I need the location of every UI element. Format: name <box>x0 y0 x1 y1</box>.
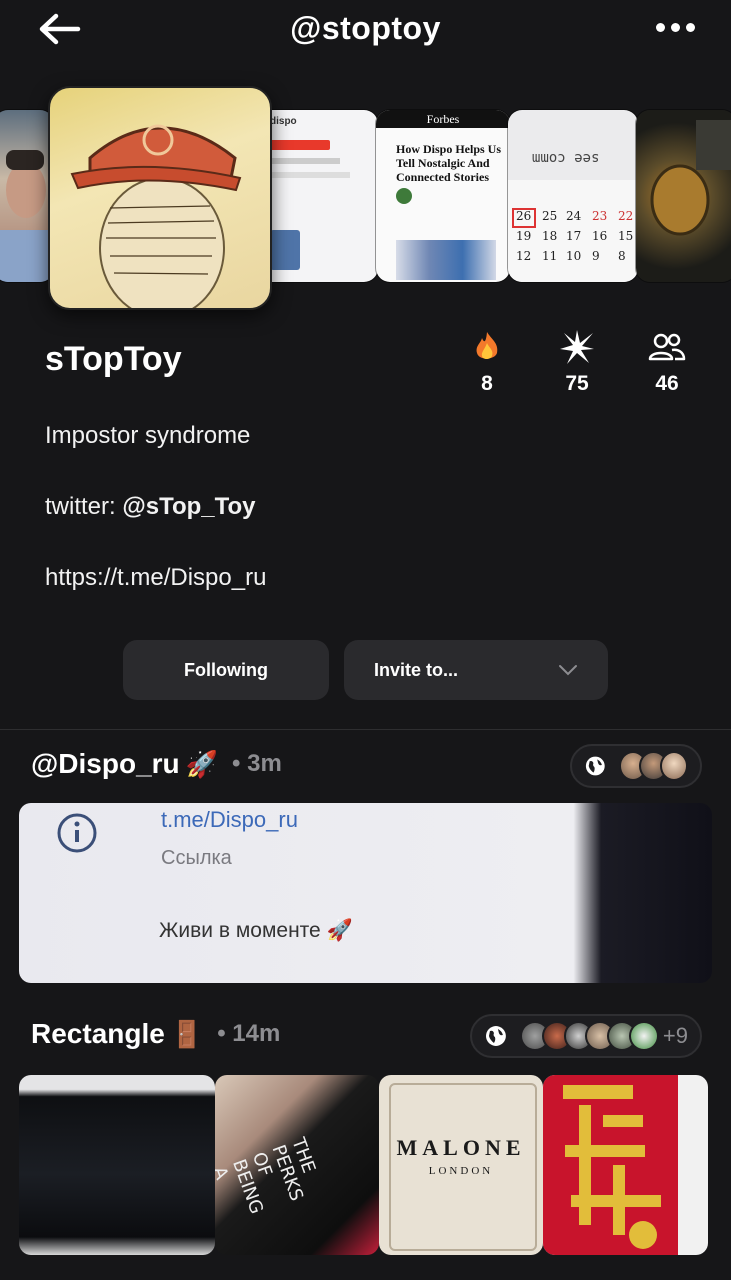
svg-text:19: 19 <box>516 229 531 243</box>
roll-photo-dispo-link[interactable]: t.me/Dispo_ru Ссылка Живи в моменте 🚀 <box>19 803 712 983</box>
roll-emoji: 🚀 <box>185 748 219 779</box>
bio-link[interactable]: https://t.me/Dispo_ru <box>45 564 266 592</box>
roll-photo-2[interactable]: THE PERKS OF BEING A <box>215 1075 379 1255</box>
following-button[interactable]: Following <box>123 640 329 700</box>
banner-photo-calendar[interactable]: see comm 26 25 24 23 22 19 18 17 16 15 12 11 10 9 8 <box>508 110 638 282</box>
calendar-grid: 26 25 24 23 22 19 18 17 16 15 12 11 10 9 8 <box>516 209 633 263</box>
roll-members-pill[interactable]: +9 <box>470 1014 702 1058</box>
malone-title: MALONE <box>396 1135 526 1160</box>
svg-text:17: 17 <box>566 229 581 243</box>
fire-icon <box>476 332 498 359</box>
dot-icon <box>655 22 665 32</box>
section-divider <box>0 729 731 730</box>
invite-to-dropdown[interactable]: Invite to... <box>344 640 608 700</box>
avatar-illustration <box>70 124 242 308</box>
svg-text:12: 12 <box>516 249 531 263</box>
roll-title-dispo[interactable]: @Dispo_ru 🚀 • 3m <box>31 748 282 780</box>
globe-icon <box>585 756 605 776</box>
invite-label: Invite to... <box>374 659 459 680</box>
portrait-image <box>0 150 54 282</box>
roll-name: @Dispo_ru <box>31 748 180 779</box>
roll-photo-1[interactable] <box>19 1075 215 1255</box>
stat-value: 75 <box>565 372 589 395</box>
chevron-down-icon <box>559 665 577 676</box>
turtle-image <box>650 120 731 236</box>
roll-name: Rectangle <box>31 1018 165 1049</box>
svg-text:8: 8 <box>618 249 626 263</box>
profile-avatar[interactable] <box>48 86 272 310</box>
roll-time: • 3m <box>232 750 282 777</box>
malone-sub: LONDON <box>428 1165 494 1177</box>
roll-time: • 14m <box>217 1020 281 1047</box>
roll-emoji: 🚪 <box>170 1018 204 1049</box>
gold-decoration-image <box>543 1075 678 1255</box>
stat-friends[interactable]: 46 <box>637 330 697 396</box>
stat-streak[interactable]: 8 <box>457 330 517 396</box>
banner-photo-turtle[interactable] <box>636 110 731 282</box>
book-title: THE PERKS OF BEING A <box>215 1135 320 1217</box>
svg-text:26: 26 <box>516 209 531 223</box>
people-icon <box>648 333 686 361</box>
svg-text:23: 23 <box>592 209 607 223</box>
globe-icon <box>485 1026 506 1046</box>
svg-text:10: 10 <box>566 249 581 263</box>
svg-text:25: 25 <box>542 209 557 223</box>
following-label: Following <box>184 659 268 680</box>
stat-value: 8 <box>481 372 493 395</box>
preview-link: t.me/Dispo_ru <box>161 807 298 832</box>
stat-value: 46 <box>655 372 679 395</box>
svg-text:24: 24 <box>566 209 582 223</box>
twitter-prefix: twitter: <box>45 493 123 520</box>
svg-text:18: 18 <box>542 229 557 243</box>
more-options-button[interactable] <box>653 20 697 34</box>
dot-icon <box>685 22 695 32</box>
preview-sub: Ссылка <box>161 847 232 869</box>
roll-title-rectangle[interactable]: Rectangle 🚪 • 14m <box>31 1018 280 1050</box>
bio-twitter: twitter: @sTop_Toy <box>45 493 256 521</box>
member-avatar <box>659 751 688 781</box>
banner-photo-forbes-article[interactable]: Forbes How Dispo Helps Us Tell Nostalgic… <box>376 110 510 282</box>
svg-text:22: 22 <box>618 209 633 223</box>
dispo-label: dispo <box>270 116 297 127</box>
extra-members-count: +9 <box>662 1023 689 1048</box>
forbes-brand: Forbes <box>376 110 510 128</box>
preview-text: Живи в моменте 🚀 <box>159 919 353 942</box>
info-icon <box>57 813 97 853</box>
profile-name: sTopToy <box>45 340 182 378</box>
sparkle-icon <box>560 330 594 364</box>
svg-text:15: 15 <box>618 229 633 243</box>
roll-photo-3[interactable]: MALONE LONDON <box>379 1075 543 1255</box>
member-avatar <box>629 1021 659 1051</box>
forbes-headline: How Dispo Helps Us Tell Nostalgic And Co… <box>396 142 502 184</box>
profile-handle-title: @stoptoy <box>290 10 441 46</box>
svg-text:16: 16 <box>592 229 607 243</box>
stat-shots[interactable]: 75 <box>547 330 607 396</box>
dot-icon <box>670 22 680 32</box>
banner-photo-portrait[interactable] <box>0 110 54 282</box>
svg-text:9: 9 <box>592 249 600 263</box>
svg-text:11: 11 <box>542 249 557 263</box>
roll-photo-4[interactable] <box>543 1075 708 1255</box>
twitter-handle-link[interactable]: @sTop_Toy <box>122 493 255 520</box>
roll-members-pill[interactable] <box>570 744 702 788</box>
bio-text: Impostor syndrome <box>45 422 251 449</box>
